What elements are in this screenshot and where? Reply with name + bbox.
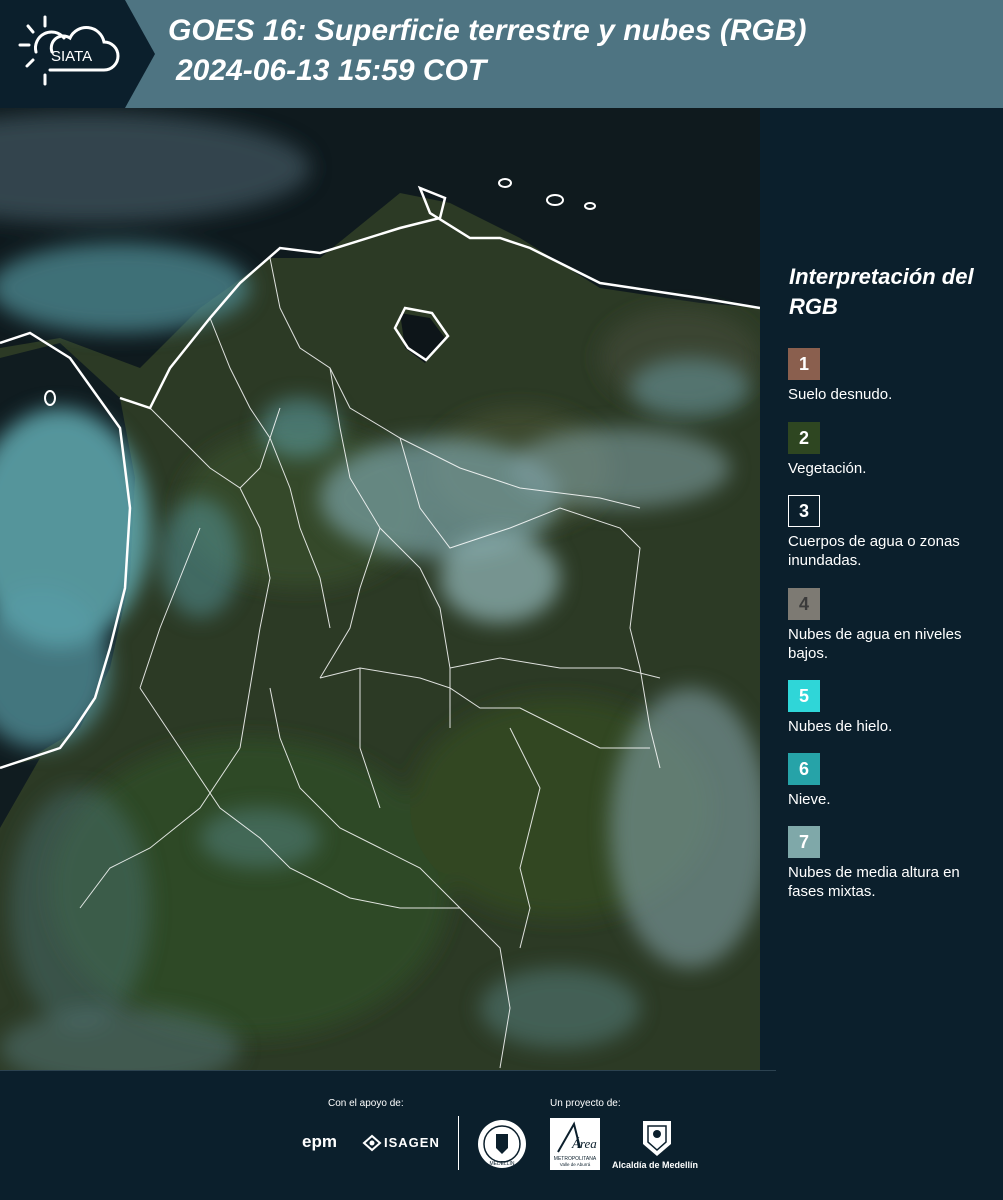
legend-swatch: 2 xyxy=(788,422,820,454)
legend-item-5: 5 Nubes de hielo. xyxy=(788,680,998,736)
legend-item-7: 7 Nubes de media altura en fases mixtas. xyxy=(788,826,998,901)
legend-label: Nieve. xyxy=(788,791,831,808)
epm-logo: epm xyxy=(302,1132,337,1151)
alcaldia-label: Alcaldía de Medellín xyxy=(612,1160,699,1170)
svg-text:MEDELLÍN: MEDELLÍN xyxy=(489,1160,514,1167)
legend-label: Suelo desnudo. xyxy=(788,386,893,403)
legend-item-1: 1 Suelo desnudo. xyxy=(788,348,998,404)
legend-swatch: 6 xyxy=(788,753,820,785)
legend-item-6: 6 Nieve. xyxy=(788,753,998,809)
isagen-logo-icon xyxy=(362,1134,382,1152)
svg-text:Área: Área xyxy=(571,1136,597,1151)
medellin-seal-icon: MEDELLÍN xyxy=(478,1120,526,1168)
legend-label: Cuerpos de agua o zonas inundadas. xyxy=(788,533,960,569)
legend-title: Interpretación del RGB xyxy=(789,264,974,319)
legend-item-2: 2 Vegetación. xyxy=(788,422,998,478)
legend-item-4: 4 Nubes de agua en niveles bajos. xyxy=(788,588,998,663)
area-metropolitana-logo: Área METROPOLITANA Valle de Aburrá xyxy=(550,1118,600,1170)
project-label: Un proyecto de: xyxy=(550,1098,621,1109)
satellite-map xyxy=(0,108,760,1070)
alcaldia-shield-icon xyxy=(643,1121,671,1156)
legend-label: Nubes de media altura en fases mixtas. xyxy=(788,864,960,900)
isagen-logo: ISAGEN xyxy=(384,1135,440,1150)
legend-swatch: 7 xyxy=(788,826,820,858)
page-title: GOES 16: Superficie terrestre y nubes (R… xyxy=(168,14,807,47)
siata-logo: SIATA xyxy=(0,0,155,108)
legend-swatch: 5 xyxy=(788,680,820,712)
legend-panel: Interpretación del RGB 1 Suelo desnudo. … xyxy=(760,108,1003,1070)
footer: Con el apoyo de: Un proyecto de: epm ISA… xyxy=(0,1070,1003,1200)
svg-text:Valle de Aburrá: Valle de Aburrá xyxy=(560,1162,591,1167)
support-label: Con el apoyo de: xyxy=(328,1098,404,1109)
header: SIATA GOES 16: Superficie terrestre y nu… xyxy=(0,0,1003,108)
legend-label: Nubes de agua en niveles bajos. xyxy=(788,626,962,662)
legend-label: Vegetación. xyxy=(788,460,867,477)
timestamp: 2024-06-13 15:59 COT xyxy=(176,54,487,87)
legend-swatch: 1 xyxy=(788,348,820,380)
legend-item-3: 3 Cuerpos de agua o zonas inundadas. xyxy=(788,495,998,570)
legend-swatch: 3 xyxy=(788,495,820,527)
legend-swatch: 4 xyxy=(788,588,820,620)
footer-divider xyxy=(458,1116,459,1170)
svg-text:SIATA: SIATA xyxy=(51,48,92,65)
legend-label: Nubes de hielo. xyxy=(788,718,893,735)
